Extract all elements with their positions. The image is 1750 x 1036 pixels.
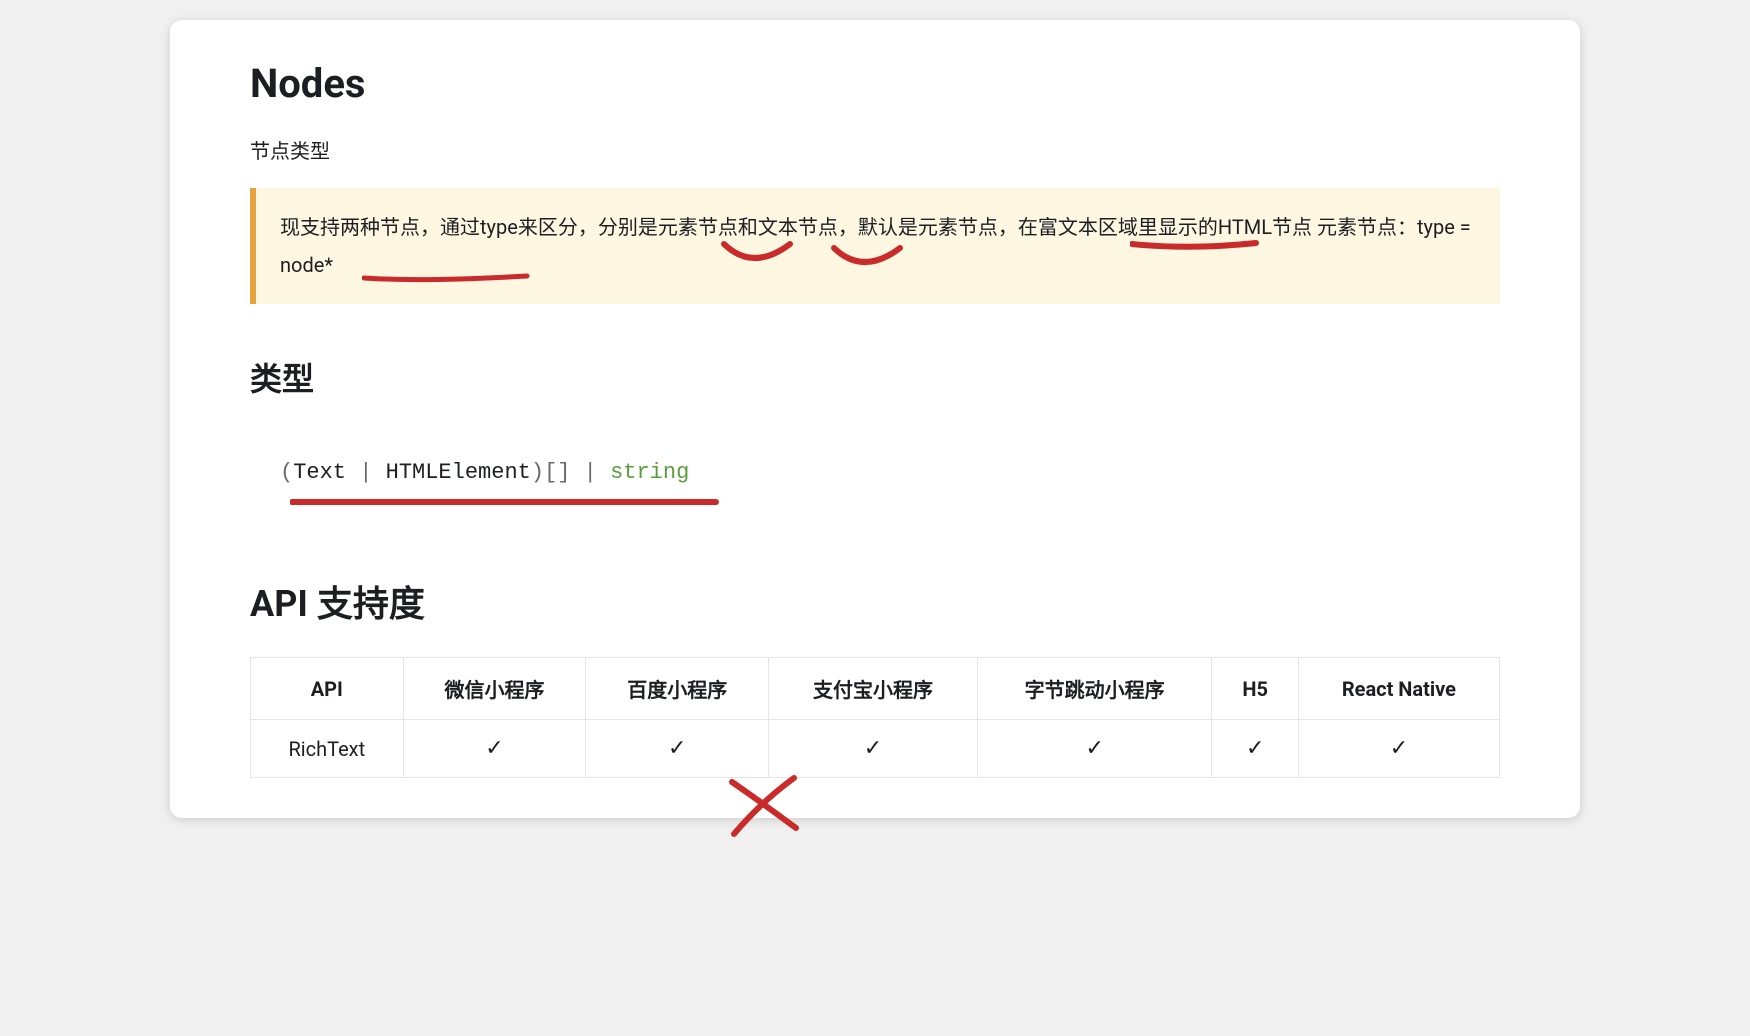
annotation-x-mark [726, 772, 806, 842]
document-page: Nodes 节点类型 现支持两种节点，通过type来区分，分别是元素节点和文本节… [170, 20, 1580, 818]
table-row: RichText ✓ ✓ ✓ ✓ ✓ ✓ [251, 720, 1500, 778]
td-api-name: RichText [251, 720, 404, 778]
td-check-h5: ✓ [1212, 720, 1298, 778]
td-check-bytedance: ✓ [977, 720, 1212, 778]
table-header-row: API 微信小程序 百度小程序 支付宝小程序 字节跳动小程序 H5 React … [251, 658, 1500, 720]
blockquote-note: 现支持两种节点，通过type来区分，分别是元素节点和文本节点，默认是元素节点，在… [250, 188, 1500, 304]
code-type-text: Text [293, 460, 346, 485]
td-check-alipay: ✓ [769, 720, 978, 778]
td-check-baidu: ✓ [586, 720, 769, 778]
code-brackets: [] [544, 460, 570, 485]
blockquote-text: 现支持两种节点，通过type来区分，分别是元素节点和文本节点，默认是元素节点，在… [280, 208, 1476, 284]
heading-type: 类型 [250, 354, 1500, 400]
code-sep-1: | [346, 460, 386, 485]
code-string-type: string [610, 460, 689, 485]
td-check-wechat: ✓ [403, 720, 586, 778]
th-alipay: 支付宝小程序 [769, 658, 978, 720]
th-reactnative: React Native [1298, 658, 1499, 720]
th-baidu: 百度小程序 [586, 658, 769, 720]
code-sep-2: | [570, 460, 610, 485]
th-wechat: 微信小程序 [403, 658, 586, 720]
code-close-paren: ) [531, 460, 544, 485]
heading-api-support: API 支持度 [250, 575, 1500, 627]
heading-nodes: Nodes [250, 60, 1500, 107]
api-support-table: API 微信小程序 百度小程序 支付宝小程序 字节跳动小程序 H5 React … [250, 657, 1500, 778]
th-bytedance: 字节跳动小程序 [977, 658, 1212, 720]
code-type-htmlelement: HTMLElement [386, 460, 531, 485]
node-type-label: 节点类型 [250, 135, 1500, 164]
th-h5: H5 [1212, 658, 1298, 720]
th-api: API [251, 658, 404, 720]
td-check-reactnative: ✓ [1298, 720, 1499, 778]
type-signature: (Text | HTMLElement)[] | string [250, 430, 1500, 515]
code-open-paren: ( [280, 460, 293, 485]
